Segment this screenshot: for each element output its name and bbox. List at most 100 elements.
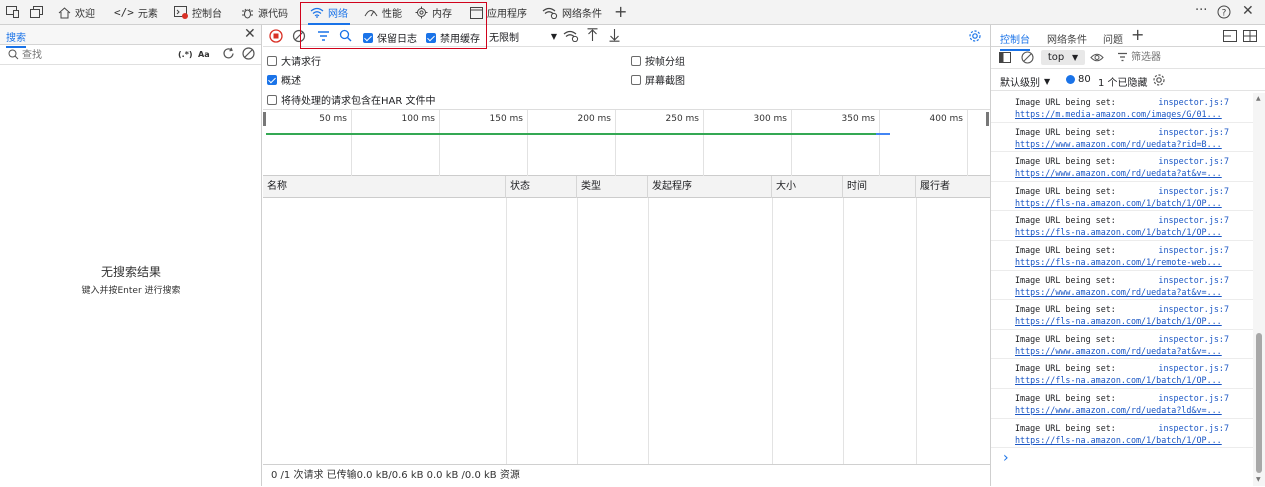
console-scrollbar[interactable]: ▲ ▼: [1253, 93, 1265, 486]
console-message-url-link[interactable]: https://www.amazon.com/rd/uedata?at&v=..…: [1015, 167, 1231, 179]
checkbox-label: 保留日志: [377, 34, 417, 45]
har-pending-checkbox[interactable]: 将待处理的请求包含在HAR 文件中: [267, 92, 436, 107]
timeline-handle-right[interactable]: [986, 112, 989, 126]
close-drawer-icon[interactable]: [1243, 30, 1257, 42]
console-message-source-link[interactable]: inspector.js:7: [1158, 185, 1229, 197]
screenshots-checkbox[interactable]: 屏幕截图: [631, 72, 685, 87]
checkbox[interactable]: [631, 55, 641, 66]
console-message-source-link[interactable]: inspector.js:7: [1158, 362, 1229, 374]
filter-icon[interactable]: [317, 30, 330, 42]
tab-application[interactable]: 应用程序: [470, 0, 527, 25]
console-message-url-link[interactable]: https://fls-na.amazon.com/1/batch/1/OP..…: [1015, 197, 1231, 209]
tab-network-conditions[interactable]: 网络条件: [542, 0, 602, 25]
column-header-time[interactable]: 时间: [843, 176, 916, 198]
console-message-url-link[interactable]: https://fls-na.amazon.com/1/batch/1/OP..…: [1015, 315, 1231, 327]
timeline-handle-left[interactable]: [263, 112, 266, 126]
console-message-source-link[interactable]: inspector.js:7: [1158, 274, 1229, 286]
scroll-down-arrow-icon[interactable]: ▼: [1256, 476, 1261, 483]
tab-console[interactable]: 控制台: [174, 0, 222, 25]
close-devtools-icon[interactable]: ✕: [1242, 3, 1254, 19]
checkbox[interactable]: [267, 55, 277, 66]
tab-welcome[interactable]: 欢迎: [58, 0, 95, 25]
console-message-source-link[interactable]: inspector.js:7: [1158, 422, 1229, 434]
search-icon[interactable]: [339, 29, 352, 42]
console-message-source-link[interactable]: inspector.js:7: [1158, 214, 1229, 226]
eye-icon[interactable]: [1090, 52, 1104, 64]
scrollbar-thumb[interactable]: [1256, 333, 1262, 473]
refresh-icon[interactable]: [222, 47, 235, 60]
console-message-source-link[interactable]: inspector.js:7: [1158, 126, 1229, 138]
column-header-status[interactable]: 状态: [506, 176, 577, 198]
timeline-tick: [439, 110, 440, 177]
console-message-url-link[interactable]: https://www.amazon.com/rd/uedata?rid=B..…: [1015, 138, 1231, 150]
throttling-select[interactable]: 无限制 ▼: [489, 28, 557, 44]
console-message-url-link[interactable]: https://fls-na.amazon.com/1/remote-web..…: [1015, 256, 1231, 268]
disable-cache-checkbox[interactable]: 禁用缓存: [426, 30, 480, 45]
tab-performance[interactable]: 性能: [364, 0, 402, 25]
log-level-select[interactable]: 默认级别 ▼: [1000, 74, 1050, 89]
drawer-tab-issues[interactable]: 问题: [1103, 31, 1123, 46]
context-selector[interactable]: top ▼: [1041, 50, 1085, 65]
network-settings-icon[interactable]: [968, 29, 982, 43]
checkbox[interactable]: [631, 74, 641, 85]
close-search-icon[interactable]: ✕: [244, 26, 256, 42]
scroll-up-arrow-icon[interactable]: ▲: [1256, 95, 1261, 102]
clear-console-icon[interactable]: [1021, 51, 1034, 64]
console-message-url-link[interactable]: https://www.amazon.com/rd/uedata?ld&v=..…: [1015, 404, 1231, 416]
console-message-source-link[interactable]: inspector.js:7: [1158, 96, 1229, 108]
checkbox[interactable]: [267, 94, 277, 105]
console-message-source-link[interactable]: inspector.js:7: [1158, 333, 1229, 345]
tab-elements[interactable]: </> 元素: [114, 0, 158, 25]
help-icon[interactable]: ?: [1217, 5, 1231, 19]
console-settings-icon[interactable]: [1152, 73, 1166, 87]
console-message-source-link[interactable]: inspector.js:7: [1158, 155, 1229, 167]
tab-network[interactable]: 网络: [308, 0, 350, 25]
large-rows-checkbox[interactable]: 大请求行: [267, 53, 321, 68]
column-header-type[interactable]: 类型: [577, 176, 648, 198]
checkbox[interactable]: [267, 74, 277, 85]
dock-icon[interactable]: [30, 6, 43, 18]
clear-button[interactable]: [292, 29, 306, 43]
dock-drawer-icon[interactable]: [1223, 30, 1237, 42]
search-input[interactable]: [22, 47, 162, 63]
console-message-source-link[interactable]: inspector.js:7: [1158, 303, 1229, 315]
bug-icon: [242, 8, 253, 18]
console-message-url-link[interactable]: https://www.amazon.com/rd/uedata?at&v=..…: [1015, 286, 1231, 298]
checkbox[interactable]: [426, 32, 436, 43]
console-message-url-link[interactable]: https://www.amazon.com/rd/uedata?at&v=..…: [1015, 345, 1231, 357]
drawer-tab-network-conditions[interactable]: 网络条件: [1047, 31, 1087, 46]
console-filter-input[interactable]: [1131, 50, 1241, 65]
timeline-overview[interactable]: 50 ms 100 ms 150 ms 200 ms 250 ms 300 ms…: [263, 109, 990, 177]
column-header-fulfilled-by[interactable]: 履行者: [916, 176, 990, 198]
overview-checkbox[interactable]: 概述: [267, 72, 301, 87]
tab-memory[interactable]: 内存: [415, 0, 452, 25]
console-message-url-link[interactable]: https://fls-na.amazon.com/1/batch/1/OP..…: [1015, 374, 1231, 386]
clear-search-icon[interactable]: [242, 47, 255, 60]
console-message-source-link[interactable]: inspector.js:7: [1158, 244, 1229, 256]
regex-toggle[interactable]: (.*): [178, 50, 193, 59]
console-message-url-link[interactable]: https://m.media-amazon.com/images/G/01..…: [1015, 108, 1231, 120]
case-sensitive-toggle[interactable]: Aa: [198, 50, 210, 59]
preserve-log-checkbox[interactable]: 保留日志: [363, 30, 417, 45]
export-har-icon[interactable]: [609, 28, 620, 42]
record-button[interactable]: [269, 29, 283, 43]
message-count[interactable]: 80: [1078, 74, 1091, 85]
group-by-frame-checkbox[interactable]: 按帧分组: [631, 53, 685, 68]
console-message-url-link[interactable]: https://fls-na.amazon.com/1/batch/1/OP..…: [1015, 434, 1231, 446]
console-prompt[interactable]: ›: [1003, 450, 1009, 466]
timeline-tick: [967, 110, 968, 177]
console-message-url-link[interactable]: https://fls-na.amazon.com/1/batch/1/OP..…: [1015, 226, 1231, 238]
checkbox[interactable]: [363, 32, 373, 43]
network-conditions-icon[interactable]: [563, 30, 579, 42]
console-message-source-link[interactable]: inspector.js:7: [1158, 392, 1229, 404]
device-toolbar-icon[interactable]: [6, 6, 19, 18]
add-tab-icon[interactable]: +: [614, 2, 627, 21]
add-drawer-tab-icon[interactable]: +: [1131, 25, 1144, 44]
tab-sources[interactable]: 源代码: [241, 0, 288, 25]
import-har-icon[interactable]: [587, 28, 598, 42]
column-header-size[interactable]: 大小: [772, 176, 843, 198]
column-header-name[interactable]: 名称: [263, 176, 506, 198]
more-options-icon[interactable]: ···: [1195, 3, 1207, 18]
column-header-initiator[interactable]: 发起程序: [648, 176, 772, 198]
sidebar-toggle-icon[interactable]: [999, 52, 1011, 64]
